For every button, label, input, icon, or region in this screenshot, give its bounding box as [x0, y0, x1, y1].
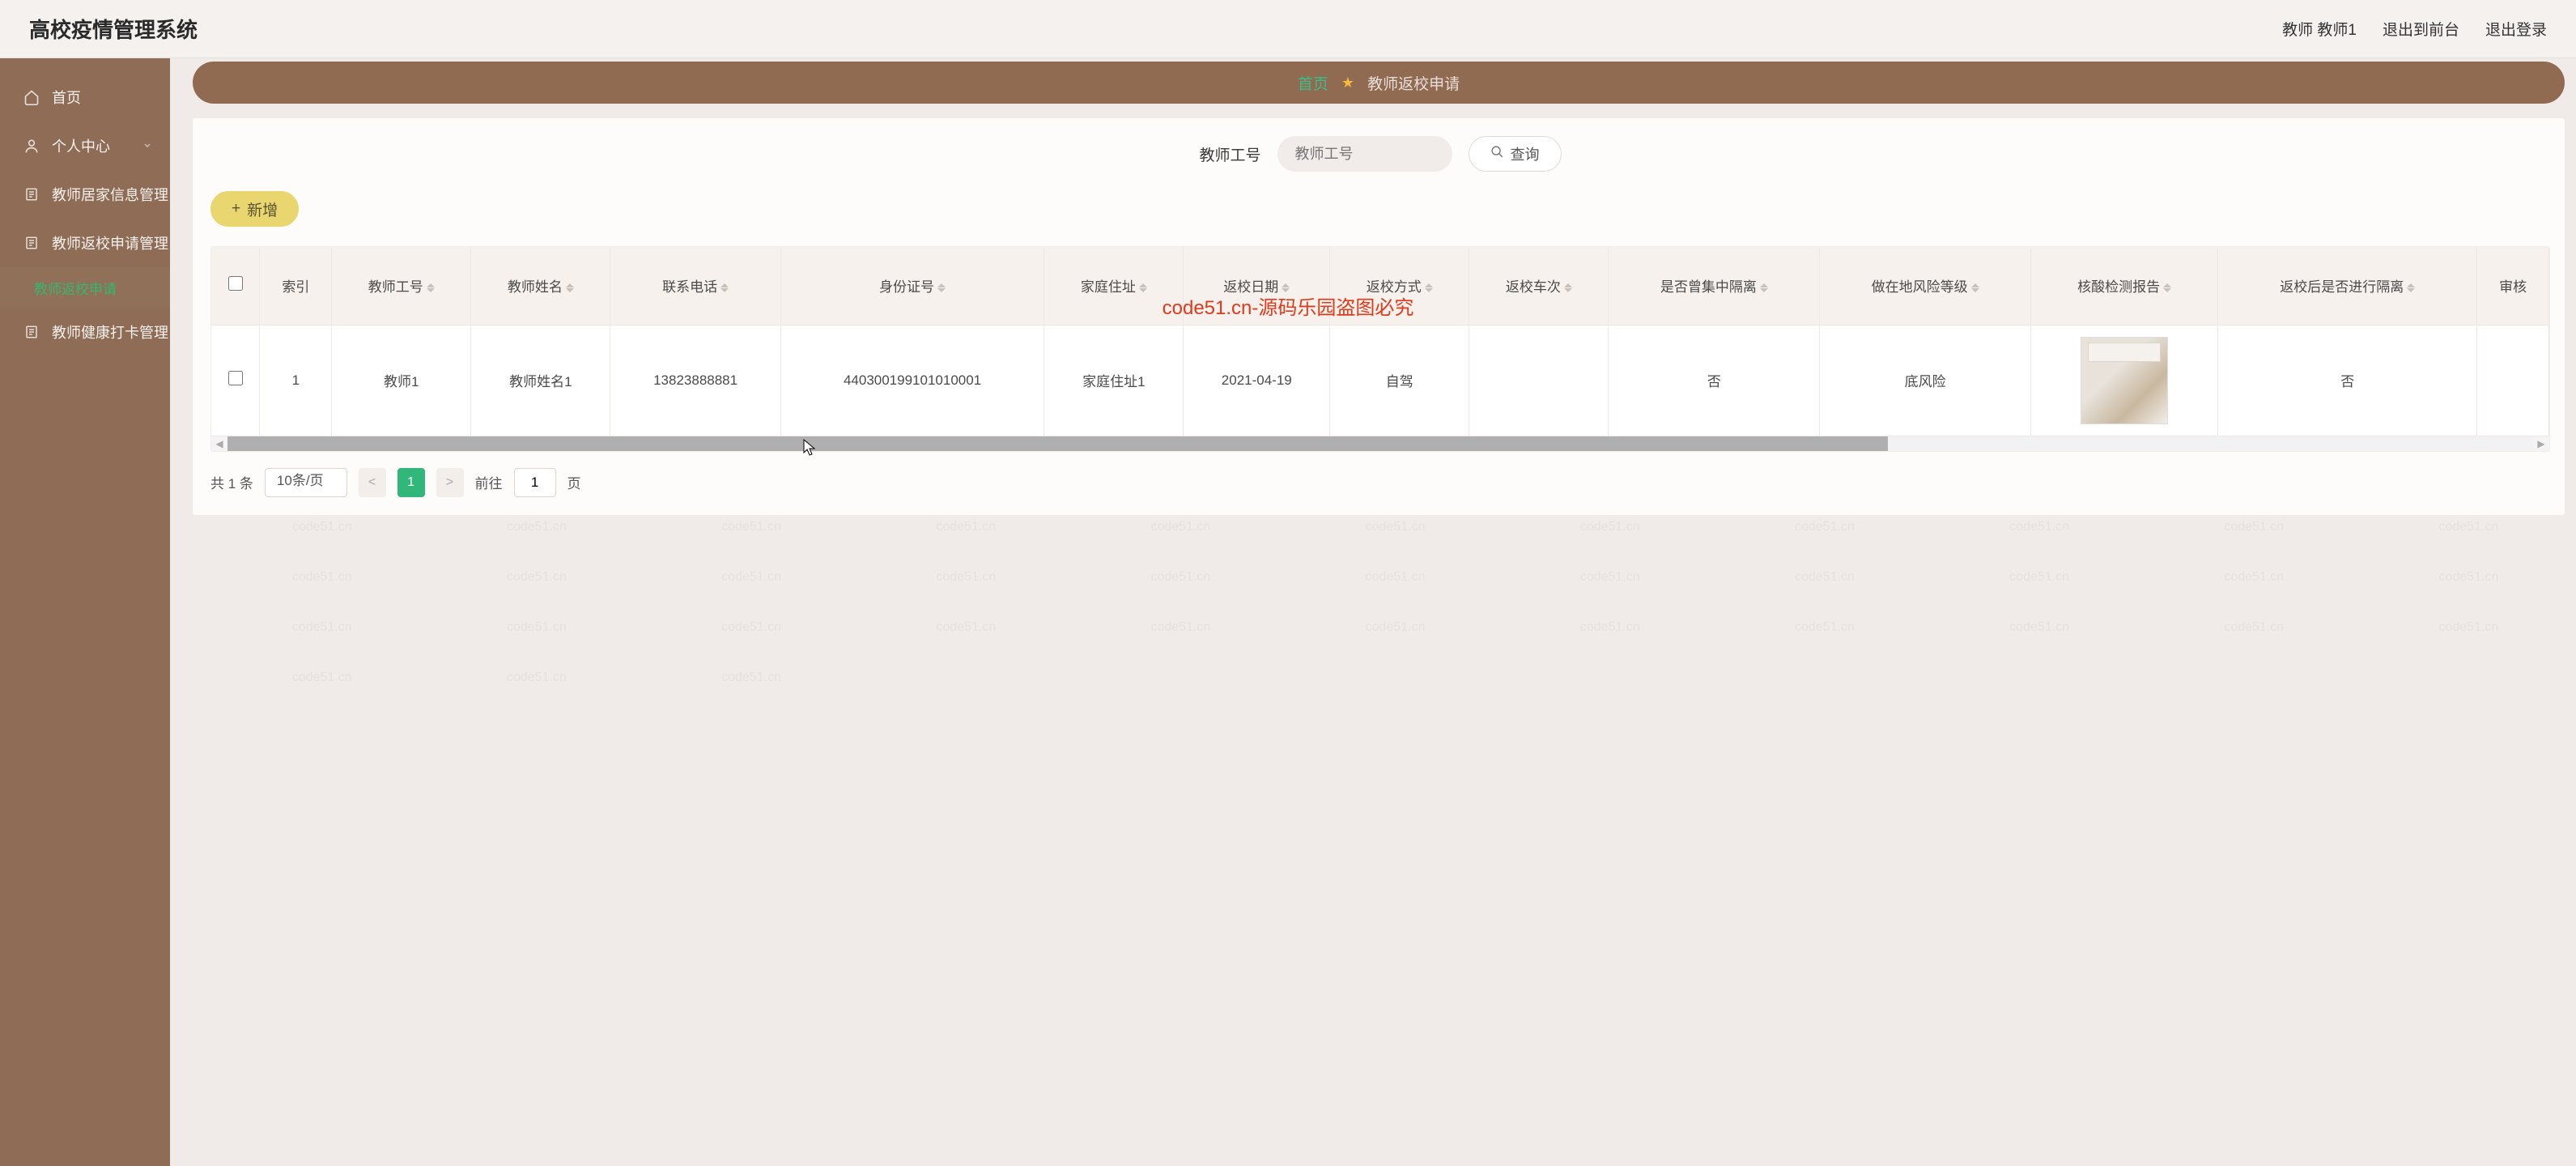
header-checkbox-cell	[211, 247, 260, 325]
breadcrumb-home[interactable]: 首页	[1298, 72, 1328, 94]
col-audit[interactable]: 审核	[2477, 247, 2549, 325]
sidebar-item-health-checkin[interactable]: 教师健康打卡管理	[0, 308, 170, 356]
col-return-date[interactable]: 返校日期	[1184, 247, 1330, 325]
sidebar-item-label: 个人中心	[52, 135, 110, 156]
cell-post-quarantine: 否	[2218, 325, 2477, 436]
search-button[interactable]: 查询	[1469, 136, 1562, 172]
col-idcard[interactable]: 身份证号	[780, 247, 1044, 325]
cell-audit	[2477, 325, 2549, 436]
logout-link[interactable]: 退出登录	[2485, 18, 2547, 40]
sort-icon	[937, 283, 946, 292]
table-container: 索引 教师工号 教师姓名 联系电话 身份证号 家庭住址 返校日期 返校方式 返校…	[210, 246, 2550, 452]
sidebar-item-label: 教师健康打卡管理	[52, 321, 168, 343]
chevron-down-icon	[142, 138, 152, 155]
col-report[interactable]: 核酸检测报告	[2031, 247, 2218, 325]
col-risk-level[interactable]: 做在地风险等级	[1820, 247, 2031, 325]
doc-icon	[23, 234, 40, 252]
plus-icon: +	[232, 200, 240, 218]
data-table: 索引 教师工号 教师姓名 联系电话 身份证号 家庭住址 返校日期 返校方式 返校…	[211, 247, 2549, 436]
doc-icon	[23, 323, 40, 341]
col-phone[interactable]: 联系电话	[610, 247, 780, 325]
search-icon	[1490, 145, 1504, 163]
pagination-total: 共 1 条	[210, 472, 253, 492]
pagination: 共 1 条 10条/页 < 1 > 前往 页	[210, 468, 2550, 497]
sort-icon	[566, 283, 574, 292]
col-train-no[interactable]: 返校车次	[1469, 247, 1609, 325]
sidebar-item-home-info[interactable]: 教师居家信息管理	[0, 170, 170, 219]
next-page-button[interactable]: >	[436, 468, 464, 497]
sidebar-subitem-label: 教师返校申请	[34, 278, 117, 298]
cell-return-method: 自驾	[1330, 325, 1469, 436]
search-button-label: 查询	[1511, 143, 1540, 164]
cell-idcard: 440300199101010001	[780, 325, 1044, 436]
sort-icon	[2407, 283, 2415, 292]
sort-icon	[721, 283, 729, 292]
search-label: 教师工号	[1199, 143, 1260, 165]
header-bar: 高校疫情管理系统 教师 教师1 退出到前台 退出登录	[0, 0, 2576, 58]
sidebar-item-label: 首页	[52, 87, 81, 108]
col-post-quarantine[interactable]: 返校后是否进行隔离	[2218, 247, 2477, 325]
sidebar-item-label: 教师居家信息管理	[52, 184, 168, 205]
col-index[interactable]: 索引	[260, 247, 332, 325]
select-all-checkbox[interactable]	[228, 276, 243, 291]
star-icon: ★	[1341, 74, 1354, 91]
scroll-thumb[interactable]	[227, 436, 1888, 451]
search-input[interactable]	[1277, 136, 1452, 172]
cell-report	[2031, 325, 2218, 436]
sort-icon	[1282, 283, 1290, 292]
sidebar-item-return-application[interactable]: 教师返校申请管理	[0, 219, 170, 267]
sidebar-item-home[interactable]: 首页	[0, 73, 170, 121]
col-teacher-id[interactable]: 教师工号	[332, 247, 471, 325]
sidebar-subitem-return-application[interactable]: 教师返校申请	[0, 267, 170, 308]
user-icon	[23, 137, 40, 155]
page-size-select[interactable]: 10条/页	[265, 468, 347, 497]
cell-risk-level: 底风险	[1820, 325, 2031, 436]
sidebar: 首页 个人中心 教师居家信息管理 教	[0, 58, 170, 1166]
cell-teacher-name: 教师姓名1	[471, 325, 610, 436]
col-quarantined[interactable]: 是否曾集中隔离	[1609, 247, 1820, 325]
table-row: 1 教师1 教师姓名1 138238888​81 440300199101010…	[211, 325, 2549, 436]
sort-icon	[2163, 283, 2171, 292]
cell-index: 1	[260, 325, 332, 436]
sort-icon	[1425, 283, 1433, 292]
goto-label: 前往	[475, 472, 503, 492]
horizontal-scrollbar[interactable]: ◀ ▶	[211, 436, 2549, 451]
col-teacher-name[interactable]: 教师姓名	[471, 247, 610, 325]
cell-return-date: 2021-04-19	[1184, 325, 1330, 436]
user-label[interactable]: 教师 教师1	[2282, 18, 2357, 40]
scroll-right-arrow[interactable]: ▶	[2533, 436, 2549, 451]
report-thumbnail[interactable]	[2081, 337, 2168, 424]
page-number-button[interactable]: 1	[397, 468, 425, 497]
prev-page-button[interactable]: <	[359, 468, 386, 497]
app-title: 高校疫情管理系统	[29, 14, 198, 44]
cell-quarantined: 否	[1609, 325, 1820, 436]
col-address[interactable]: 家庭住址	[1044, 247, 1184, 325]
scroll-left-arrow[interactable]: ◀	[211, 436, 227, 451]
add-button[interactable]: + 新增	[210, 191, 299, 227]
sort-icon	[1760, 283, 1768, 292]
col-return-method[interactable]: 返校方式	[1330, 247, 1469, 325]
doc-icon	[23, 185, 40, 203]
page-suffix: 页	[567, 472, 581, 492]
sidebar-item-personal[interactable]: 个人中心	[0, 121, 170, 170]
cell-address: 家庭住址1	[1044, 325, 1184, 436]
sort-icon	[1139, 283, 1147, 292]
goto-page-input[interactable]	[514, 468, 556, 497]
cell-phone: 138238888​81	[610, 325, 780, 436]
row-checkbox[interactable]	[228, 371, 243, 385]
cell-train-no	[1469, 325, 1609, 436]
sort-icon	[1564, 283, 1572, 292]
breadcrumb-current: 教师返校申请	[1367, 72, 1460, 94]
cell-teacher-id: 教师1	[332, 325, 471, 436]
sort-icon	[427, 283, 435, 292]
add-button-label: 新增	[247, 198, 278, 220]
chevron-down-icon	[142, 235, 152, 252]
scroll-track[interactable]	[227, 436, 2533, 451]
breadcrumb: 首页 ★ 教师返校申请	[193, 62, 2565, 104]
exit-front-link[interactable]: 退出到前台	[2383, 18, 2459, 40]
sort-icon	[1971, 283, 1979, 292]
home-icon	[23, 88, 40, 106]
